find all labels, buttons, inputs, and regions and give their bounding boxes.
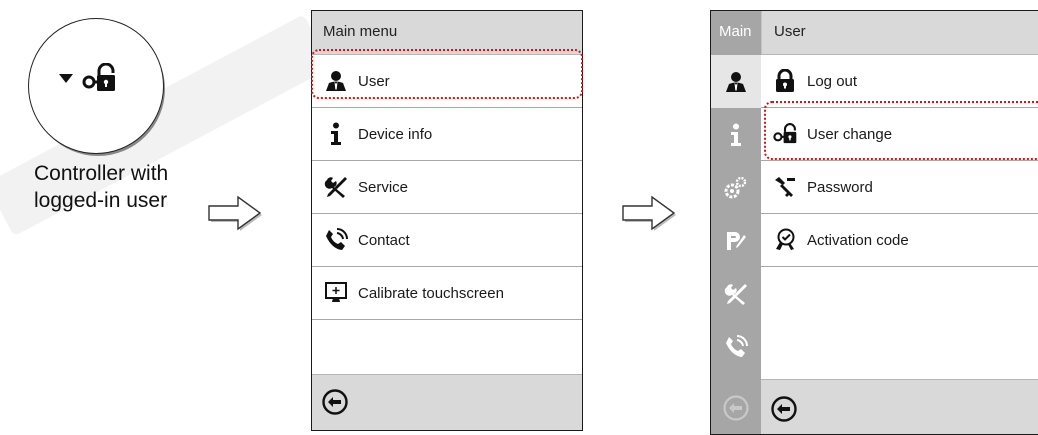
tools-icon	[324, 175, 348, 199]
user-menu-header: User	[761, 11, 1038, 55]
phone-icon	[726, 334, 748, 357]
main-menu-title: Main menu	[323, 23, 398, 40]
info-icon	[731, 123, 741, 146]
menu-item-label: User	[358, 72, 390, 90]
tools-icon	[724, 283, 747, 305]
menu-item-label: Service	[358, 178, 409, 196]
main-menu-screen: Main menu User Device info Service Conta…	[311, 10, 583, 431]
rail-item-device-info[interactable]	[711, 108, 761, 161]
menu-item-log-out[interactable]: Log out	[761, 55, 1038, 108]
user-menu-footer	[761, 379, 1038, 434]
menu-item-user-change[interactable]: User change	[761, 108, 1038, 161]
back-button[interactable]	[322, 389, 348, 415]
caption-line-1: Controller with	[34, 162, 169, 185]
menu-item-service[interactable]: Service	[312, 161, 582, 214]
caption-line-2: logged-in user	[34, 189, 168, 212]
main-menu-header: Main menu	[312, 11, 582, 55]
user-change-icon	[773, 122, 797, 146]
step1-caption: Controller with logged-in user	[34, 160, 168, 214]
menu-item-calibrate-touchscreen[interactable]: Calibrate touchscreen	[312, 267, 582, 320]
next-step-arrow-icon	[622, 195, 676, 231]
user-menu-title: User	[774, 23, 806, 40]
touchscreen-icon	[324, 281, 348, 305]
menu-item-label: Password	[807, 178, 873, 196]
menu-item-user[interactable]: User	[312, 55, 582, 108]
rail-item-program[interactable]	[711, 214, 761, 267]
main-menu-footer	[312, 374, 582, 430]
menu-item-label: User change	[807, 125, 893, 143]
menu-item-activation-code[interactable]: Activation code	[761, 214, 1038, 267]
menu-item-label: Device info	[358, 125, 433, 143]
user-change-icon	[82, 63, 115, 91]
phone-icon	[324, 228, 348, 252]
rail-item-contact[interactable]	[711, 320, 761, 373]
menu-item-password[interactable]: Password	[761, 161, 1038, 214]
rail-item-user[interactable]	[711, 55, 761, 108]
rail-back-button[interactable]	[711, 381, 761, 434]
rail-title: Main	[719, 23, 752, 40]
back-button[interactable]	[771, 396, 797, 422]
activation-code-icon	[773, 228, 797, 252]
password-key-icon	[773, 175, 797, 199]
program-edit-icon	[727, 231, 746, 250]
rail-item-service[interactable]	[711, 267, 761, 320]
info-icon	[324, 122, 348, 146]
user-icon	[726, 71, 746, 92]
menu-item-label: Activation code	[807, 231, 909, 249]
menu-item-label: Contact	[358, 231, 410, 249]
menu-item-label: Calibrate touchscreen	[358, 284, 504, 302]
rail-item-settings[interactable]	[711, 161, 761, 214]
lock-icon	[773, 69, 797, 93]
menu-item-device-info[interactable]: Device info	[312, 108, 582, 161]
user-icon	[324, 69, 348, 93]
menu-item-label: Log out	[807, 72, 858, 90]
dropdown-triangle-icon	[59, 74, 73, 83]
next-step-arrow-icon	[208, 195, 262, 231]
menu-item-contact[interactable]: Contact	[312, 214, 582, 267]
back-icon	[723, 394, 749, 421]
main-menu-rail: Main	[711, 11, 761, 434]
controller-status-icons	[58, 53, 138, 103]
gears-icon	[724, 176, 747, 198]
user-menu-screen: Main User Log out User change Password A…	[710, 10, 1038, 435]
